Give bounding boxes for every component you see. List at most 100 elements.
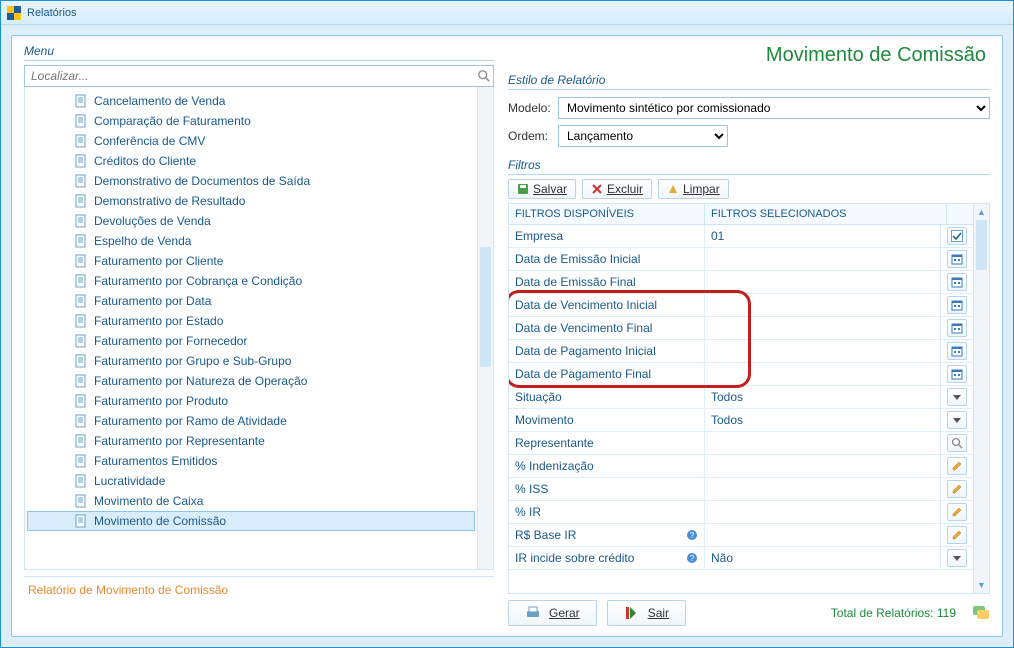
document-icon [74,114,88,128]
document-icon [74,314,88,328]
tree-item-label: Lucratividade [94,474,165,488]
report-tree[interactable]: Cancelamento de Venda Comparação de Fatur… [25,87,477,569]
calendar-icon[interactable] [947,319,967,337]
tree-item[interactable]: Cancelamento de Venda [27,91,475,111]
filter-value[interactable]: Todos [705,409,941,431]
limpar-button[interactable]: Limpar [658,179,729,199]
document-icon [74,434,88,448]
pencil-icon[interactable] [947,526,967,544]
filter-value[interactable] [705,501,941,523]
tree-item[interactable]: Faturamento por Grupo e Sub-Grupo [27,351,475,371]
filter-label: Data de Vencimento Inicial [509,294,705,316]
chevron-down-icon[interactable] [947,411,967,429]
tree-item[interactable]: Faturamento por Representante [27,431,475,451]
tree-scrollbar-thumb[interactable] [480,247,491,367]
filter-label: Data de Emissão Inicial [509,248,705,270]
document-icon [74,334,88,348]
tree-item[interactable]: Faturamento por Natureza de Operação [27,371,475,391]
tree-scrollbar[interactable] [477,87,493,569]
tree-item-label: Faturamento por Cliente [94,254,223,268]
filter-value[interactable] [705,294,941,316]
document-icon [74,174,88,188]
tree-item-label: Faturamento por Cobrança e Condição [94,274,302,288]
document-icon [74,294,88,308]
document-icon [74,274,88,288]
tree-item[interactable]: Faturamento por Estado [27,311,475,331]
filter-row: % Indenização [509,455,973,478]
tree-item[interactable]: Faturamento por Data [27,291,475,311]
tree-item[interactable]: Faturamento por Produto [27,391,475,411]
pencil-icon[interactable] [947,503,967,521]
chevron-down-icon[interactable] [947,549,967,567]
filter-value[interactable] [705,363,941,385]
pencil-icon[interactable] [947,480,967,498]
document-icon [74,374,88,388]
calendar-icon[interactable] [947,250,967,268]
ordem-select[interactable]: Lançamento [558,125,728,147]
filter-row: IR incide sobre crédito?Não [509,547,973,570]
tree-item[interactable]: Espelho de Venda [27,231,475,251]
tree-item[interactable]: Faturamento por Cobrança e Condição [27,271,475,291]
filter-value[interactable] [705,248,941,270]
tree-item[interactable]: Faturamentos Emitidos [27,451,475,471]
filter-value[interactable]: Todos [705,386,941,408]
salvar-button[interactable]: Salvar [508,179,576,199]
svg-text:?: ? [690,531,695,540]
filter-row: MovimentoTodos [509,409,973,432]
tree-item-label: Cancelamento de Venda [94,94,225,108]
tree-item[interactable]: Créditos do Cliente [27,151,475,171]
menu-search [24,65,494,87]
tree-item[interactable]: Conferência de CMV [27,131,475,151]
pencil-icon[interactable] [947,457,967,475]
filter-label: % IR [509,501,705,523]
modelo-select[interactable]: Movimento sintético por comissionado [558,97,990,119]
filter-grid-body: Empresa01Data de Emissão InicialData de … [509,225,973,593]
filter-value[interactable] [705,271,941,293]
sair-button[interactable]: Sair [607,600,686,626]
tree-item[interactable]: Comparação de Faturamento [27,111,475,131]
document-icon [74,394,88,408]
excluir-button[interactable]: Excluir [582,179,652,199]
document-icon [74,234,88,248]
tree-item[interactable]: Faturamento por Fornecedor [27,331,475,351]
info-icon[interactable]: ? [686,552,698,564]
calendar-icon[interactable] [947,365,967,383]
filter-label: Data de Vencimento Final [509,317,705,339]
filter-value[interactable]: Não [705,547,941,569]
scroll-up-icon[interactable]: ▲ [974,204,989,220]
calendar-icon[interactable] [947,342,967,360]
tree-item[interactable]: Movimento de Caixa [27,491,475,511]
checkbox-select-icon[interactable] [947,227,967,245]
tree-item[interactable]: Movimento de Comissão [27,511,475,531]
filter-value[interactable] [705,340,941,362]
document-icon [74,154,88,168]
tree-item[interactable]: Demonstrativo de Documentos de Saída [27,171,475,191]
tree-item[interactable]: Lucratividade [27,471,475,491]
filter-value[interactable] [705,455,941,477]
tree-item-label: Devoluções de Venda [94,214,211,228]
scroll-down-icon[interactable]: ▼ [974,577,989,593]
filter-value[interactable] [705,524,941,546]
ordem-label: Ordem: [508,129,558,143]
document-icon [74,494,88,508]
tree-item[interactable]: Faturamento por Ramo de Atividade [27,411,475,431]
filter-value[interactable] [705,478,941,500]
chevron-down-icon[interactable] [947,388,967,406]
calendar-icon[interactable] [947,273,967,291]
chat-icon[interactable] [972,604,990,622]
tree-item[interactable]: Demonstrativo de Resultado [27,191,475,211]
search-icon[interactable] [947,434,967,452]
menu-search-input[interactable] [25,66,475,86]
filter-scrollbar[interactable]: ▲ ▼ [973,204,989,593]
tree-item-label: Faturamento por Ramo de Atividade [94,414,287,428]
calendar-icon[interactable] [947,296,967,314]
info-icon[interactable]: ? [686,529,698,541]
filter-value[interactable] [705,432,941,454]
tree-item[interactable]: Devoluções de Venda [27,211,475,231]
tree-item[interactable]: Faturamento por Cliente [27,251,475,271]
filter-scrollbar-thumb[interactable] [976,220,987,270]
search-icon[interactable] [475,67,493,85]
gerar-button[interactable]: Gerar [508,600,597,626]
filter-value[interactable]: 01 [705,225,941,247]
filter-value[interactable] [705,317,941,339]
